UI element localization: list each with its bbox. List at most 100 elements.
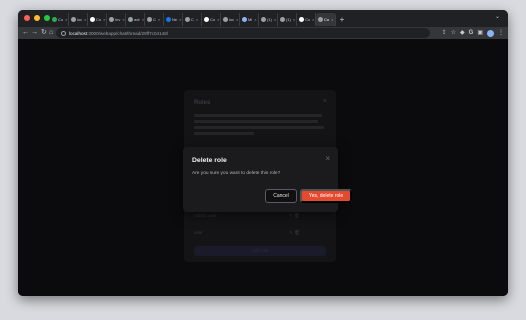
browser-tab[interactable]: Co × bbox=[202, 13, 221, 26]
github-icon bbox=[299, 17, 304, 22]
tab-label: Co bbox=[96, 17, 102, 22]
browser-tab[interactable]: loc × bbox=[221, 13, 240, 26]
more-icon[interactable]: ⋮ bbox=[498, 28, 504, 38]
browser-tab[interactable]: C × bbox=[183, 13, 202, 26]
tab-close-icon[interactable]: × bbox=[84, 17, 86, 22]
browser-tab[interactable]: (1) × bbox=[259, 13, 278, 26]
browser-tab[interactable]: Inv × bbox=[107, 13, 126, 26]
tab-close-icon[interactable]: × bbox=[179, 17, 181, 22]
cancel-button[interactable]: Cancel bbox=[265, 189, 297, 203]
tab-label: C bbox=[191, 17, 194, 22]
dialog-description: Are you sure you want to delete this rol… bbox=[192, 171, 281, 176]
tab-label: (1) bbox=[267, 17, 272, 22]
role-row[interactable]: user ✎ 🗑 bbox=[194, 230, 326, 238]
tab-close-icon[interactable]: × bbox=[274, 17, 276, 22]
extension-icon[interactable]: ◆ bbox=[460, 28, 465, 38]
tab-close-icon[interactable]: × bbox=[65, 17, 67, 22]
sidepanel-icon[interactable]: ▣ bbox=[477, 28, 483, 38]
window-controls bbox=[24, 15, 50, 21]
role-name: user bbox=[194, 230, 203, 235]
globe-icon bbox=[185, 17, 190, 22]
close-window-button[interactable] bbox=[24, 15, 30, 21]
doc-icon bbox=[280, 17, 285, 22]
globe-icon bbox=[128, 17, 133, 22]
roles-panel-title: Roles bbox=[194, 100, 211, 106]
browser-tab[interactable]: Co × bbox=[297, 13, 316, 26]
url-text[interactable]: localhost:3000/webapp/chat/thread/29ff7c… bbox=[69, 31, 168, 36]
back-icon[interactable]: ← bbox=[22, 28, 29, 38]
profile-icon[interactable] bbox=[487, 29, 494, 37]
page-viewport: Roles × Admin user ✎ 🗑 user ✎ 🗑 Add role… bbox=[18, 39, 508, 296]
tab-label: Co bbox=[305, 17, 311, 22]
browser-tab[interactable]: loc × bbox=[69, 13, 88, 26]
add-role-label: Add role bbox=[251, 248, 269, 253]
reload-icon[interactable]: ↻ bbox=[41, 28, 47, 38]
url-path: :3000/webapp/chat/thread/29ff7c04148/ bbox=[87, 30, 169, 36]
roles-panel-text-line bbox=[194, 120, 318, 123]
github-icon bbox=[204, 17, 209, 22]
url-host: localhost bbox=[69, 30, 88, 36]
delete-role-dialog: Delete role × Are you sure you want to d… bbox=[183, 147, 352, 212]
role-row[interactable]: Admin user ✎ 🗑 bbox=[194, 213, 326, 221]
browser-tab[interactable]: C × bbox=[145, 13, 164, 26]
browser-tab[interactable]: adr × bbox=[126, 13, 145, 26]
tab-label: loc bbox=[229, 17, 235, 22]
delete-role-button[interactable]: Yes, delete role bbox=[300, 189, 352, 203]
browser-tab[interactable]: Co × bbox=[316, 13, 336, 26]
dialog-title: Delete role bbox=[192, 157, 227, 164]
tab-label: Ne bbox=[172, 17, 178, 22]
globe-icon bbox=[223, 17, 228, 22]
share-icon[interactable]: ⇪ bbox=[442, 28, 447, 38]
sheet-icon bbox=[52, 17, 57, 22]
browser-tab[interactable]: Co × bbox=[50, 13, 69, 26]
tab-close-icon[interactable]: × bbox=[158, 17, 160, 22]
github-icon bbox=[90, 17, 95, 22]
tab-label: Co bbox=[58, 17, 64, 22]
roles-panel-close-icon[interactable]: × bbox=[323, 98, 327, 105]
tab-close-icon[interactable]: × bbox=[254, 17, 256, 22]
tab-close-icon[interactable]: × bbox=[236, 17, 238, 22]
globe-icon bbox=[242, 17, 247, 22]
forward-icon[interactable]: → bbox=[31, 28, 38, 38]
browser-tab[interactable]: (1) × bbox=[278, 13, 297, 26]
google-icon[interactable]: G bbox=[469, 28, 474, 38]
roles-panel-text-line bbox=[194, 126, 324, 129]
tab-close-icon[interactable]: × bbox=[331, 17, 333, 22]
tab-close-icon[interactable]: × bbox=[312, 17, 314, 22]
tab-label: Inv bbox=[115, 17, 121, 22]
minimize-window-button[interactable] bbox=[34, 15, 40, 21]
tab-close-icon[interactable]: × bbox=[293, 17, 295, 22]
tab-close-icon[interactable]: × bbox=[103, 17, 105, 22]
tabs: Co × loc × Co × Inv × adr × C × Ne × C × Co × loc × Mi × (1) ×(… bbox=[50, 13, 348, 27]
roles-panel-text-line bbox=[194, 132, 254, 135]
tab-close-icon[interactable]: × bbox=[142, 17, 144, 22]
browser-toolbar: ← → ↻ ⌂ localhost:3000/webapp/chat/threa… bbox=[18, 27, 508, 39]
browser-tab[interactable]: Ne × bbox=[164, 13, 183, 26]
tab-close-icon[interactable]: × bbox=[217, 17, 219, 22]
globe-icon bbox=[71, 17, 76, 22]
browser-tab[interactable]: Mi × bbox=[240, 13, 259, 26]
role-name: Admin user bbox=[194, 213, 217, 218]
globe-icon bbox=[166, 17, 171, 22]
tab-label: Co bbox=[324, 17, 330, 22]
browser-tab[interactable]: Co × bbox=[88, 13, 107, 26]
star-icon[interactable]: ☆ bbox=[451, 28, 456, 38]
tab-close-icon[interactable]: × bbox=[196, 17, 198, 22]
tab-label: C bbox=[153, 17, 156, 22]
browser-window: Co × loc × Co × Inv × adr × C × Ne × C × Co × loc × Mi × (1) ×(… bbox=[18, 10, 508, 296]
claude-icon bbox=[318, 17, 323, 22]
tab-close-icon[interactable]: × bbox=[122, 17, 124, 22]
address-bar[interactable]: localhost:3000/webapp/chat/thread/29ff7c… bbox=[56, 28, 430, 38]
tab-label: Mi bbox=[248, 17, 253, 22]
role-actions-icon[interactable]: ✎ 🗑 bbox=[289, 213, 300, 219]
home-icon[interactable]: ⌂ bbox=[49, 28, 53, 38]
tab-label: (1) bbox=[286, 17, 291, 22]
tab-strip: Co × loc × Co × Inv × adr × C × Ne × C × Co × loc × Mi × (1) ×(… bbox=[18, 10, 508, 27]
globe-icon bbox=[109, 17, 114, 22]
close-icon[interactable]: × bbox=[325, 155, 330, 163]
add-role-button[interactable]: Add role bbox=[194, 246, 326, 256]
new-tab-icon[interactable]: + bbox=[336, 13, 348, 26]
role-actions-icon[interactable]: ✎ 🗑 bbox=[289, 230, 300, 236]
tab-search-icon[interactable]: ⌄ bbox=[495, 13, 500, 20]
site-info-icon[interactable] bbox=[61, 30, 66, 36]
